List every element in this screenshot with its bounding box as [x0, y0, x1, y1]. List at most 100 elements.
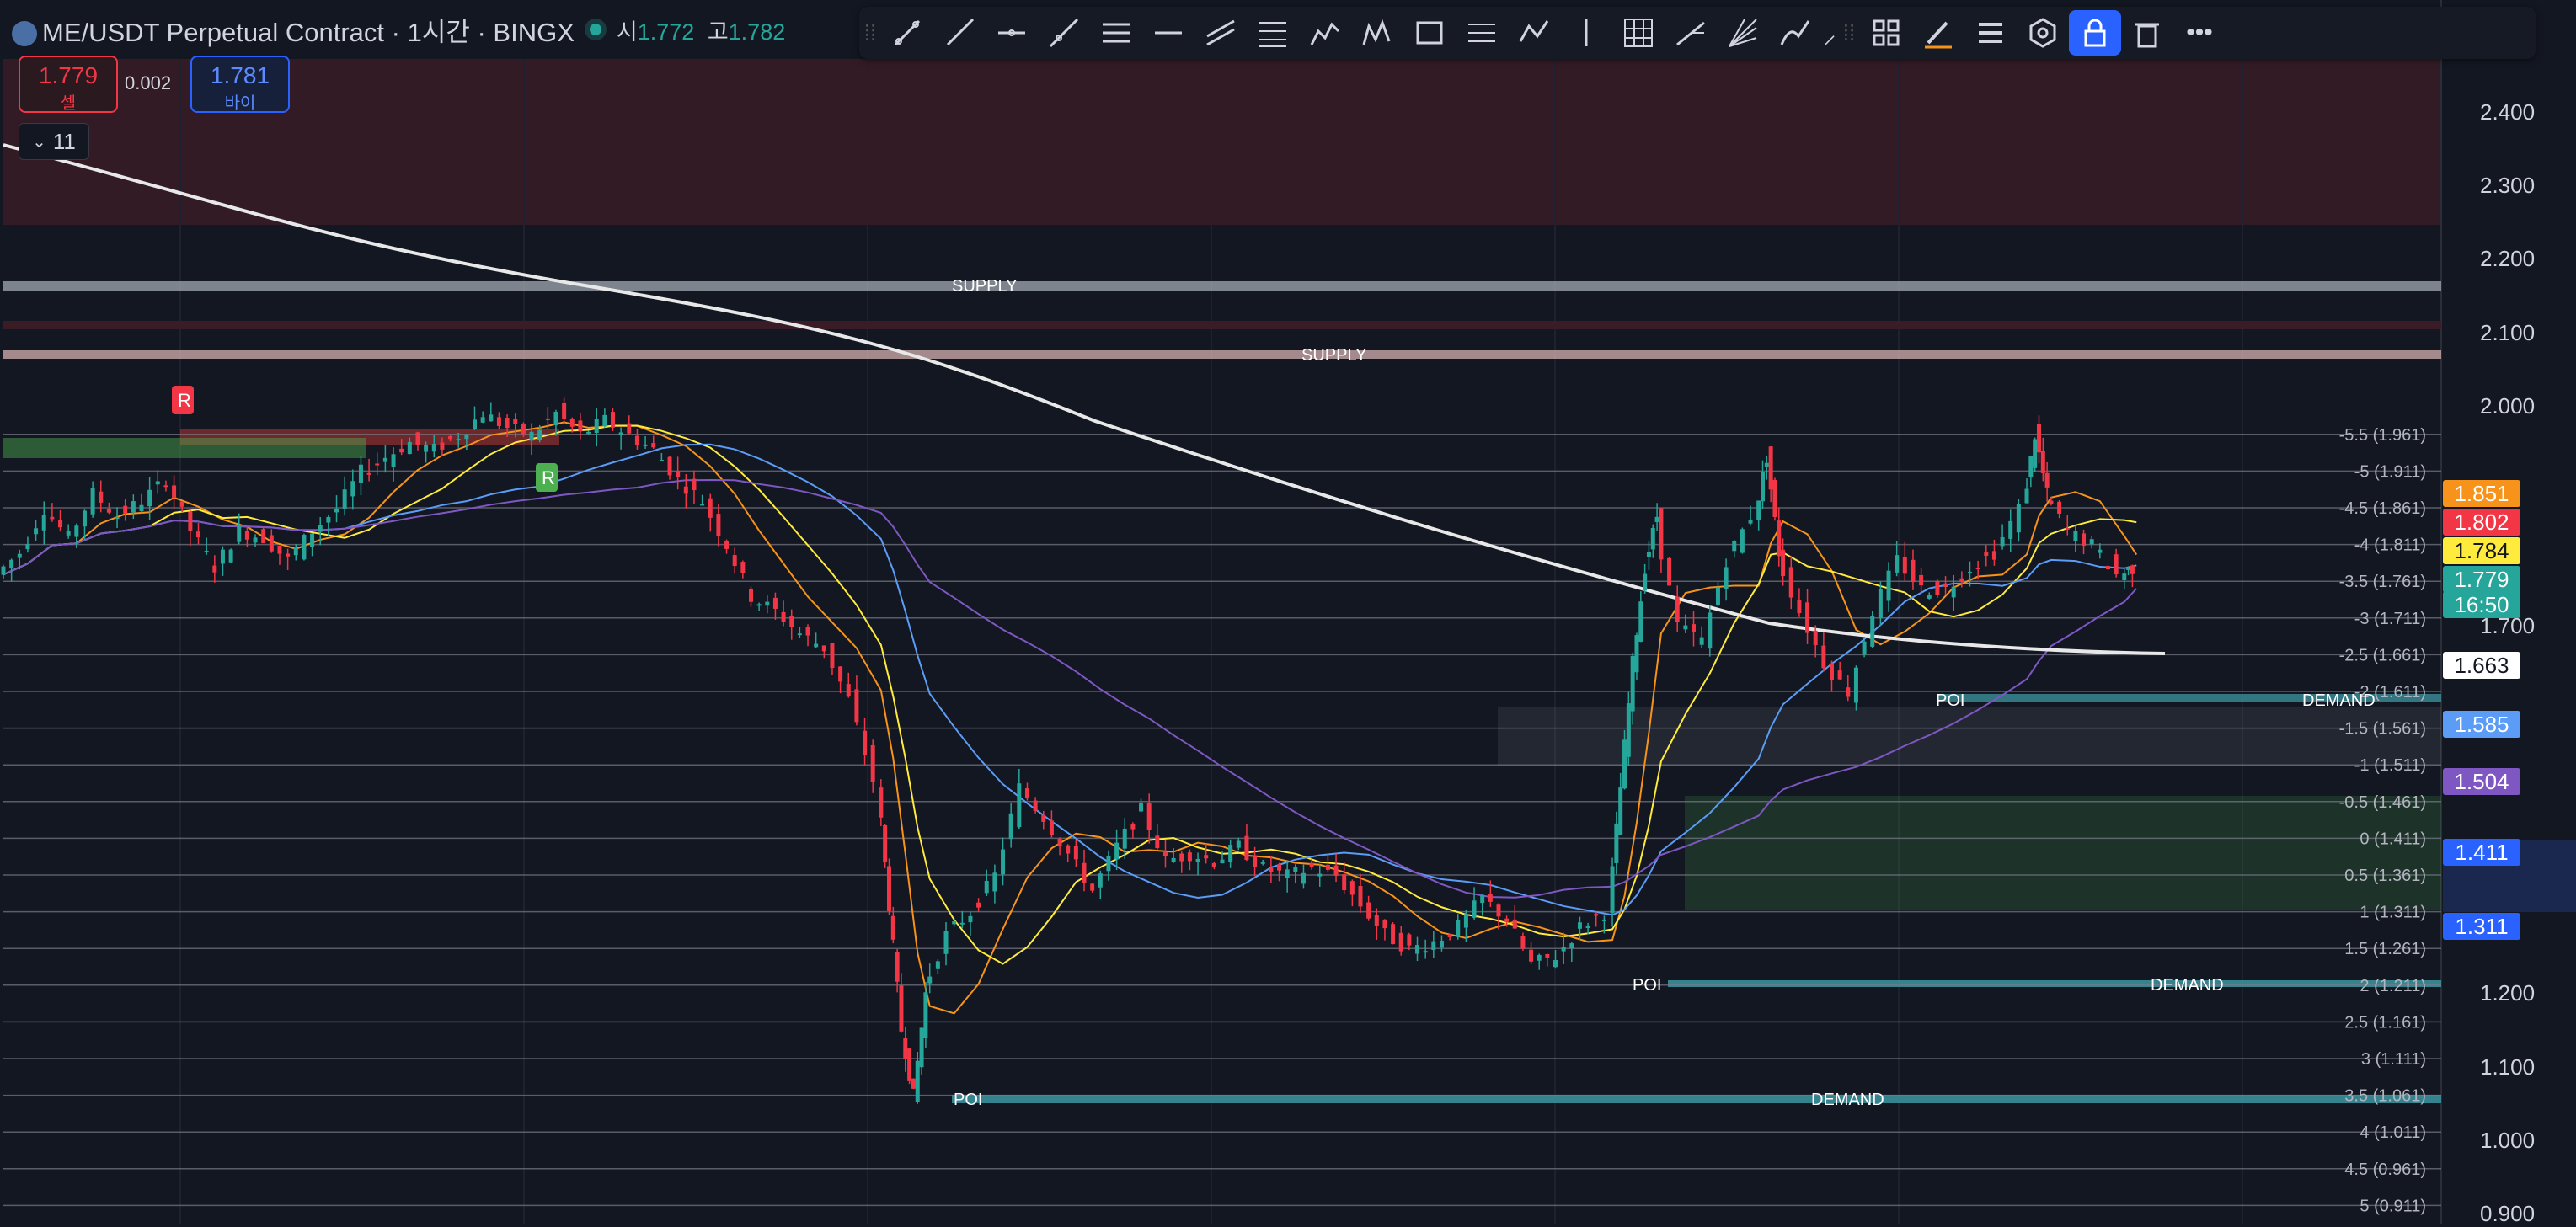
candle-body	[1236, 840, 1241, 848]
indicators-toggle-button[interactable]: ⌄ 11	[19, 123, 89, 160]
fib-level-label: 5 (0.911)	[2360, 1197, 2426, 1215]
trend-line-icon[interactable]	[881, 10, 933, 56]
chart-header: ME/USDT Perpetual Contract · 1시간 · BINGX…	[0, 0, 876, 59]
candle-body	[683, 486, 688, 494]
horizontal-ray-icon[interactable]	[986, 10, 1038, 56]
candle-body	[513, 419, 518, 424]
sell-button[interactable]: 1.779 셀	[19, 56, 118, 113]
candle-body	[578, 420, 583, 432]
xabcd-pattern-icon[interactable]	[1351, 10, 1403, 56]
candle-body	[334, 508, 339, 513]
candle-body	[883, 824, 888, 862]
candle-body	[992, 872, 997, 892]
candle-body	[1764, 462, 1769, 467]
candle-body	[1130, 823, 1136, 830]
candle-body	[326, 516, 331, 523]
parallel-channel-icon[interactable]	[1090, 10, 1142, 56]
candle-body	[293, 547, 298, 556]
candle-body	[1269, 867, 1274, 872]
candle-body	[1545, 953, 1550, 958]
text-tool-icon[interactable]: ⸝	[1821, 10, 1838, 56]
candle-body	[269, 535, 274, 552]
symbol-title[interactable]: ME/USDT Perpetual Contract · 1시간 · BINGX	[12, 11, 575, 49]
toolbar-grip-icon[interactable]: ⁞⁞	[859, 20, 881, 46]
candle-body	[2073, 531, 2078, 541]
fib-level-label: -3.5 (1.761)	[2339, 573, 2426, 591]
candle-body	[1638, 601, 1643, 642]
price-tag: 1.663	[2443, 652, 2520, 679]
vertical-line-icon[interactable]	[1560, 10, 1612, 56]
price-tag: 1.411	[2443, 839, 2520, 866]
candle-body	[342, 489, 347, 509]
candle-body	[286, 553, 291, 557]
candle-body	[1853, 667, 1858, 703]
price-tag: 1.802	[2443, 509, 2520, 536]
candle-body	[1179, 853, 1184, 862]
candle-body	[25, 544, 30, 550]
lock-icon[interactable]	[2069, 10, 2121, 56]
candle-body	[1902, 556, 1907, 574]
candle-body	[529, 431, 534, 441]
candle-body	[1886, 570, 1891, 601]
candle-body	[1967, 572, 1972, 574]
candle-body	[2008, 520, 2013, 539]
rectangle-icon[interactable]	[1403, 10, 1456, 56]
menu-icon[interactable]	[1964, 10, 2017, 56]
candle-body	[907, 1048, 912, 1081]
candle-body	[667, 456, 672, 476]
parallel-channels-icon[interactable]	[1194, 10, 1247, 56]
elliott-wave-icon[interactable]	[1299, 10, 1351, 56]
candle-body	[415, 432, 420, 445]
abcd-pattern-icon[interactable]	[1508, 10, 1560, 56]
toolbar-grip-2-icon[interactable]: ⁞⁞	[1838, 20, 1860, 46]
price-chart[interactable]: -5.5 (1.961) -5 (1.911) -4.5 (1.861) -4 (1.…	[0, 0, 2576, 1224]
candle-body	[407, 441, 412, 455]
candle-body	[2065, 527, 2070, 530]
candle-body	[1220, 859, 1225, 864]
candle-body	[814, 643, 819, 648]
sell-label: 셀	[60, 94, 77, 113]
candle-body	[1959, 578, 1964, 583]
candle-body	[1, 566, 6, 575]
pen-icon[interactable]	[1912, 10, 1964, 56]
regression-trend-icon[interactable]	[1456, 10, 1508, 56]
price-tick: 1.100	[2480, 1054, 2536, 1080]
demand-label-2: DEMAND	[2151, 976, 2224, 995]
candle-body	[1654, 516, 1659, 523]
extended-line-icon[interactable]	[1038, 10, 1090, 56]
buy-button[interactable]: 1.781 바이	[190, 56, 290, 113]
price-tag: 1.311	[2443, 913, 2520, 940]
candle-body	[2040, 451, 2045, 473]
fib-retracement-icon[interactable]	[1247, 10, 1299, 56]
candle-body	[302, 535, 307, 560]
layout-icon[interactable]	[1860, 10, 1912, 56]
trash-icon[interactable]	[2121, 10, 2173, 56]
candle-body	[318, 525, 323, 532]
candle-body	[1204, 855, 1209, 859]
candle-body	[1724, 567, 1729, 589]
more-icon[interactable]: •••	[2173, 10, 2226, 56]
candle-body	[253, 537, 258, 543]
settings-hex-icon[interactable]	[2017, 10, 2069, 56]
grid-icon[interactable]	[1612, 10, 1665, 56]
candle-body	[899, 985, 904, 1032]
candle-body	[375, 463, 380, 466]
candle-body	[440, 442, 445, 450]
candle-body	[1155, 835, 1160, 849]
brush-icon[interactable]	[1769, 10, 1821, 56]
ray-icon[interactable]	[933, 10, 986, 56]
demand-label-3: DEMAND	[1811, 1091, 1884, 1109]
candle-body	[724, 541, 730, 549]
horizontal-line-icon[interactable]	[1142, 10, 1194, 56]
fan-icon[interactable]	[1717, 10, 1769, 56]
candle-body	[1699, 637, 1704, 645]
candle-body	[131, 501, 136, 513]
candle-body	[1626, 703, 1631, 757]
candle-body	[879, 787, 884, 818]
candle-body	[651, 443, 656, 448]
candle-body	[1082, 862, 1087, 883]
candle-body	[1374, 915, 1379, 926]
pitchfork-icon[interactable]	[1665, 10, 1717, 56]
candle-body	[1017, 783, 1022, 828]
candle-body	[237, 525, 242, 542]
